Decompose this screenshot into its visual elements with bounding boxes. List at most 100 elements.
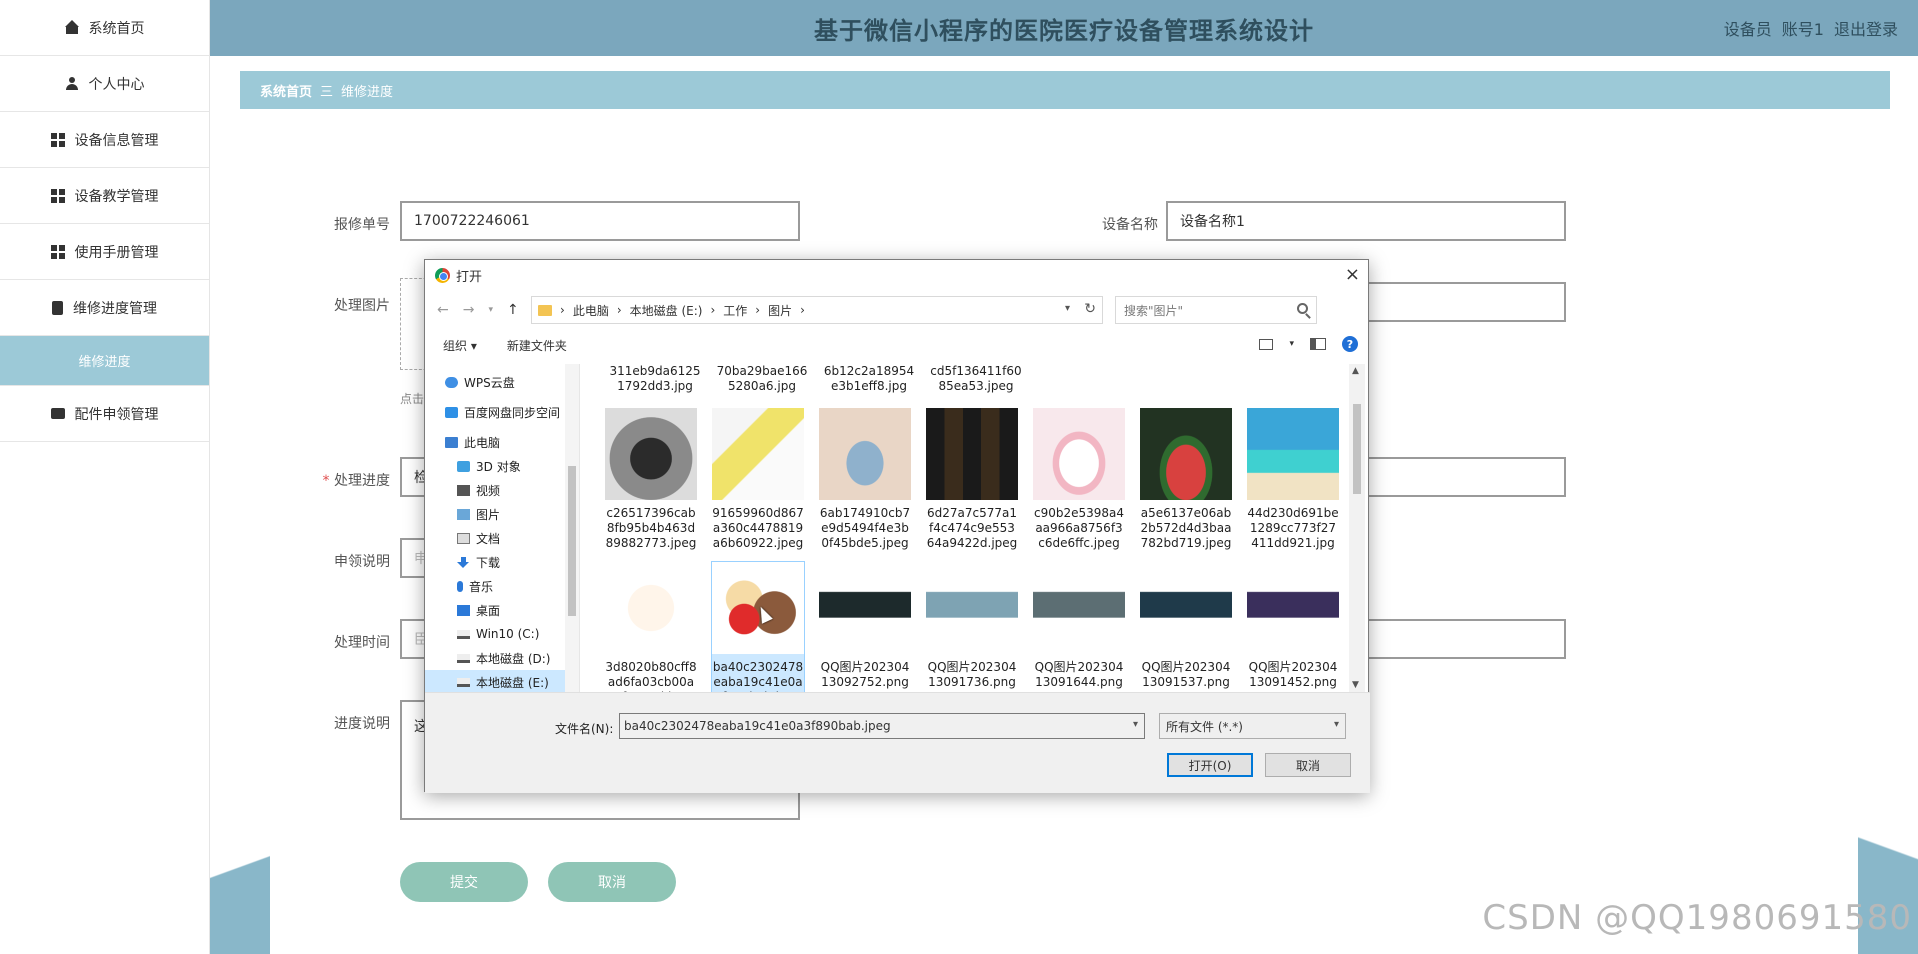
upload-hint: 点击 [400,392,425,406]
grid-icon [50,132,65,147]
navigation-pane: WPS云盘 百度网盘同步空间 此电脑 3D 对象 视频 图片 文档 下载 音乐 … [425,364,580,692]
document-icon [457,532,470,544]
grid-icon [50,244,65,259]
file-item[interactable]: cd5f136411f6085ea53.jpeg [930,364,1022,394]
file-item[interactable]: 3d8020b80cff8ad6fa03cb00acf922ed.jpg [605,562,697,692]
file-thumbnail [926,562,1018,654]
device-name-input[interactable]: 设备名称1 [1166,201,1566,241]
path-segment[interactable]: 图片 [768,302,792,319]
file-item[interactable]: 6b12c2a18954e3b1eff8.jpg [823,364,915,394]
nav-item-baidu[interactable]: 百度网盘同步空间 [425,400,579,424]
dialog-cancel-button[interactable]: 取消 [1265,753,1351,777]
file-thumbnail [819,562,911,654]
sidebar-item-home[interactable]: 系统首页 [0,0,209,56]
sidebar-item-manual[interactable]: 使用手册管理 [0,224,209,280]
sidebar-item-label: 设备信息管理 [74,132,159,149]
file-type-select[interactable]: 所有文件 (*.*) ▾ [1159,713,1346,739]
sidebar-item-device-info[interactable]: 设备信息管理 [0,112,209,168]
filename-input[interactable]: ba40c2302478eaba19c41e0a3f890bab.jpeg ▾ [619,713,1145,739]
cancel-button[interactable]: 取消 [548,862,676,902]
refresh-icon[interactable]: ↻ [1084,301,1096,317]
chevron-down-icon[interactable]: ▾ [488,305,493,318]
user-account: 账号1 [1781,20,1824,39]
3d-icon [457,460,470,472]
file-item[interactable]: 91659960d867a360c4478819a6b60922.jpeg [712,408,804,551]
file-item[interactable]: 6ab174910cb7e9d5494f4e3b0f45bde5.jpeg [819,408,911,551]
logout-link[interactable]: 退出登录 [1834,16,1898,40]
dialog-titlebar: 打开 × [425,260,1368,290]
file-list-scrollbar[interactable]: ▲ ▼ [1349,364,1365,692]
view-options-icon[interactable] [1259,338,1274,350]
dialog-nav-bar: ← → ▾ ↑ › 此电脑 › 本地磁盘 (E:) › 工作 › 图片 › ▾ … [425,294,1370,326]
sidebar-item-profile[interactable]: 个人中心 [0,56,209,112]
file-item[interactable]: 6d27a7c577a1f4c474c9e55364a9422d.jpeg [926,408,1018,551]
chevron-down-icon[interactable]: ▼ [1352,680,1359,690]
open-button[interactable]: 打开(O) [1167,753,1253,777]
path-segment[interactable]: 本地磁盘 (E:) [630,302,703,319]
computer-icon [445,436,458,448]
file-thumbnail [926,408,1018,500]
chevron-down-icon[interactable]: ▾ [1289,339,1294,349]
path-segment[interactable]: 此电脑 [573,302,609,319]
search-input[interactable]: 搜索"图片" [1115,296,1317,324]
submit-button[interactable]: 提交 [400,862,528,902]
nav-item-pictures[interactable]: 图片 [425,502,579,526]
file-item-selected[interactable]: ba40c2302478eaba19c41e0a3f890bab.jpeg [711,561,805,692]
chevron-down-icon[interactable]: ▾ [1334,719,1339,730]
nav-item-video[interactable]: 视频 [425,478,579,502]
download-icon [457,556,470,568]
nav-item-desktop[interactable]: 桌面 [425,598,579,622]
file-item[interactable]: c90b2e5398a4aa966a8756f3c6de6ffc.jpeg [1033,408,1125,551]
nav-item-3d[interactable]: 3D 对象 [425,454,579,478]
file-item[interactable]: 44d230d691be1289cc773f27411dd921.jpg [1247,408,1339,551]
drive-icon [457,629,470,639]
nav-item-drive-c[interactable]: Win10 (C:) [425,622,579,646]
preview-pane-icon[interactable] [1310,338,1326,350]
nav-item-drive-d[interactable]: 本地磁盘 (D:) [425,646,579,670]
nav-item-drive-e[interactable]: 本地磁盘 (E:) [425,670,579,692]
sidebar-item-device-teaching[interactable]: 设备教学管理 [0,168,209,224]
file-item[interactable]: c26517396cab8fb95b4b463d89882773.jpeg [605,408,697,551]
forward-arrow-icon[interactable]: → [463,302,475,318]
file-item[interactable]: QQ图片20230413091537.png [1140,562,1232,690]
file-thumbnail [1140,562,1232,654]
nav-item-documents[interactable]: 文档 [425,526,579,550]
file-item[interactable]: a5e6137e06ab2b572d4d3baa782bd719.jpeg [1140,408,1232,551]
back-arrow-icon[interactable]: ← [437,302,449,318]
nav-item-wps[interactable]: WPS云盘 [425,370,579,394]
nav-item-music[interactable]: 音乐 [425,574,579,598]
breadcrumb-home[interactable]: 系统首页 [260,81,312,100]
file-item[interactable]: QQ图片20230413091644.png [1033,562,1125,690]
dialog-title: 打开 [456,269,483,285]
organize-menu[interactable]: 组织 ▾ [443,337,477,354]
close-icon[interactable]: × [1345,264,1360,285]
file-thumbnail [1247,408,1339,500]
file-item[interactable]: QQ图片20230413091736.png [926,562,1018,690]
nav-scrollbar[interactable] [565,364,579,692]
file-item[interactable]: 311eb9da61251792dd3.jpg [609,364,701,394]
chevron-down-icon[interactable]: ▾ [1133,719,1138,730]
file-item[interactable]: QQ图片20230413091452.png [1247,562,1339,690]
file-item[interactable]: QQ图片20230413092752.png [819,562,911,690]
path-segment[interactable]: 工作 [723,302,747,319]
file-item[interactable]: 70ba29bae1665280a6.jpg [716,364,808,394]
nav-item-downloads[interactable]: 下载 [425,550,579,574]
address-bar[interactable]: › 此电脑 › 本地磁盘 (E:) › 工作 › 图片 › ▾ ↻ [531,296,1103,324]
repair-no-input[interactable]: 1700722246061 [400,201,800,241]
sidebar: 系统首页 个人中心 设备信息管理 设备教学管理 使用手册管理 维修进度管理 维修… [0,0,210,954]
up-arrow-icon[interactable]: ↑ [507,302,519,318]
grid-icon [50,188,65,203]
sidebar-item-label: 设备教学管理 [74,188,159,205]
home-icon [64,19,79,35]
sidebar-item-label: 个人中心 [88,76,145,93]
nav-item-this-pc[interactable]: 此电脑 [425,430,579,454]
help-icon[interactable]: ? [1342,336,1358,352]
chevron-up-icon[interactable]: ▲ [1352,366,1359,376]
device-name-label: 设备名称 [1102,217,1158,233]
breadcrumb-current: 维修进度 [341,84,394,100]
chevron-down-icon[interactable]: ▾ [1065,303,1070,314]
sidebar-item-repair-progress-manage[interactable]: 维修进度管理 [0,280,209,336]
sidebar-item-parts-apply[interactable]: 配件申领管理 [0,386,209,442]
sidebar-subitem-repair-progress[interactable]: 维修进度 [0,336,209,386]
new-folder-button[interactable]: 新建文件夹 [507,337,567,354]
